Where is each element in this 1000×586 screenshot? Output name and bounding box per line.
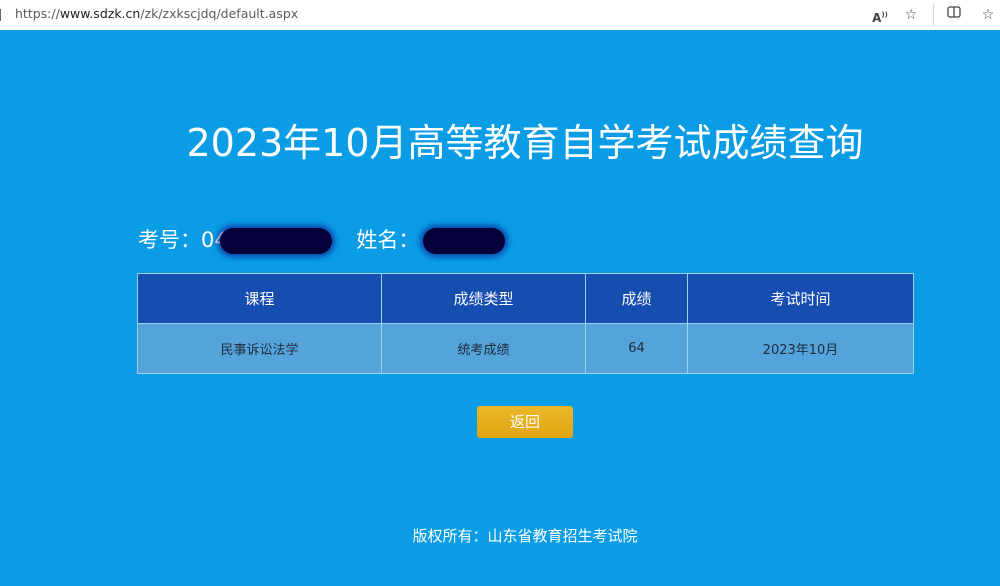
- tab-edge: [0, 9, 4, 21]
- cell-score-type: 统考成绩: [381, 323, 586, 374]
- header-score: 成绩: [585, 273, 688, 324]
- header-course: 课程: [137, 273, 382, 324]
- cell-exam-time: 2023年10月: [687, 323, 914, 374]
- url-host: www.sdzk.cn: [59, 6, 141, 21]
- copyright-footer: 版权所有：山东省教育招生考试院: [412, 527, 638, 545]
- split-screen-icon[interactable]: [944, 5, 964, 25]
- browser-toolbar: https://www.sdzk.cn/zk/zxkscjdq/default.…: [0, 0, 1000, 31]
- redacted-name: [423, 228, 506, 254]
- candidate-info: 考号：04 姓名：: [138, 225, 506, 255]
- cell-score: 64: [585, 323, 688, 374]
- table-row: 民事诉讼法学 统考成绩 64 2023年10月: [137, 323, 914, 374]
- cell-course: 民事诉讼法学: [137, 323, 382, 374]
- url-scheme: https://: [15, 6, 60, 21]
- read-aloud-icon[interactable]: A)): [870, 5, 890, 25]
- redacted-exam-number: [219, 228, 332, 254]
- main-page: 2023年10月高等教育自学考试成绩查询 考号：04 姓名： 课程 成绩类型 成…: [0, 30, 1000, 586]
- page-title: 2023年10月高等教育自学考试成绩查询: [186, 121, 864, 165]
- header-score-type: 成绩类型: [381, 273, 586, 324]
- score-table: 课程 成绩类型 成绩 考试时间 民事诉讼法学 统考成绩 64 2023年10月: [137, 273, 914, 374]
- toolbar-divider: [933, 4, 934, 26]
- favorite-star-icon[interactable]: ☆: [901, 5, 921, 25]
- exam-number-label: 考号：04: [138, 228, 228, 252]
- favorites-icon[interactable]: ☆: [978, 5, 998, 25]
- table-header-row: 课程 成绩类型 成绩 考试时间: [137, 273, 914, 324]
- header-exam-time: 考试时间: [687, 273, 914, 324]
- name-label: 姓名：: [356, 228, 420, 252]
- back-button[interactable]: 返回: [477, 406, 573, 438]
- url-path: /zk/zxkscjdq/default.aspx: [140, 6, 299, 21]
- address-bar[interactable]: https://www.sdzk.cn/zk/zxkscjdq/default.…: [15, 6, 298, 21]
